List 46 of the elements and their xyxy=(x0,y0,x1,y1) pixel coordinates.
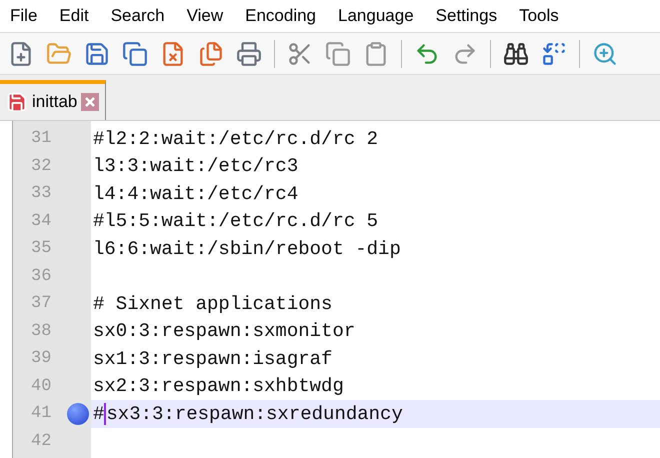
copy-icon[interactable] xyxy=(325,40,351,66)
menu-item[interactable]: File xyxy=(10,3,38,29)
code-line: # xyxy=(93,402,104,426)
code-line: l4:4:wait:/etc/rc4 xyxy=(93,182,298,206)
line-number: 38 xyxy=(31,320,52,342)
menu-item[interactable]: Search xyxy=(110,3,165,29)
line-number: 39 xyxy=(31,348,52,370)
line-number: 37 xyxy=(31,293,52,315)
print-icon[interactable] xyxy=(236,40,262,66)
menu-item[interactable]: Edit xyxy=(59,3,89,29)
cut-icon[interactable] xyxy=(287,40,313,66)
save-all-icon[interactable] xyxy=(122,40,148,66)
menu-item[interactable]: Settings xyxy=(436,3,498,29)
line-number: 36 xyxy=(31,266,52,288)
search-icon[interactable] xyxy=(503,40,529,66)
code-line: l6:6:wait:/sbin/reboot -dip xyxy=(93,236,401,262)
line-number: 35 xyxy=(31,238,52,260)
code-line: sx2:3:respawn:sxhbtwdg xyxy=(93,374,344,399)
line-number: 40 xyxy=(31,376,52,398)
line-number: 34 xyxy=(31,210,52,232)
folder-icon[interactable] xyxy=(46,40,72,66)
code-line: sx3:3:respawn:sxredundancy xyxy=(106,402,403,426)
menu-item[interactable]: Language xyxy=(338,3,414,29)
code-line: sx0:3:respawn:sxmonitor xyxy=(93,319,356,344)
zoom-in-icon[interactable] xyxy=(592,40,618,66)
bookmark-icon xyxy=(67,402,90,425)
save-icon xyxy=(6,91,28,113)
line-number: 42 xyxy=(31,430,52,452)
save-icon[interactable] xyxy=(84,40,110,66)
text-caret xyxy=(104,402,106,425)
replace-icon[interactable] xyxy=(541,40,567,66)
line-number: 32 xyxy=(31,156,52,178)
code-line: #l5:5:wait:/etc/rc.d/rc 5 xyxy=(93,209,378,234)
code-line: #l2:2:wait:/etc/rc.d/rc 2 xyxy=(93,126,378,152)
line-number: 31 xyxy=(31,128,52,150)
menu-item[interactable]: Tools xyxy=(519,3,559,29)
line-number: 41 xyxy=(31,403,52,425)
code-line: # Sixnet applications xyxy=(93,292,332,316)
close-icon[interactable] xyxy=(81,93,100,111)
close-all-icon[interactable] xyxy=(198,40,224,66)
code-line: sx1:3:respawn:isagraf xyxy=(93,346,332,372)
file-tab[interactable]: inittab xyxy=(0,80,106,120)
menu-item[interactable]: Encoding xyxy=(245,3,316,29)
code-line: l3:3:wait:/etc/rc3 xyxy=(93,154,298,179)
line-number: 33 xyxy=(31,183,52,205)
menu-item[interactable]: View xyxy=(186,3,224,29)
